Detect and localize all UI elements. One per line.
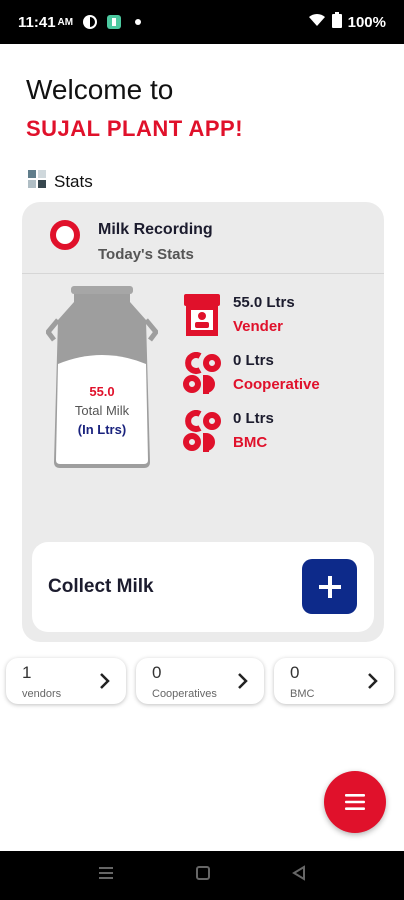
bmc-count: 0 <box>290 663 300 682</box>
collect-milk-panel[interactable]: Collect Milk <box>32 542 374 632</box>
coop-icon <box>183 352 221 394</box>
chevron-right-icon <box>368 673 378 689</box>
battery-percent: 100% <box>347 13 386 31</box>
card-header: Milk Recording Today's Stats <box>22 202 384 274</box>
vendors-label: vendors <box>22 688 62 700</box>
menu-icon <box>345 794 365 810</box>
total-milk-unit: (In Ltrs) <box>77 422 127 437</box>
status-ampm: AM <box>57 16 74 28</box>
stat-row-bmc: 0 Ltrs BMC <box>182 410 372 458</box>
system-nav-bar <box>0 851 404 900</box>
total-milk-value: 55.0 <box>89 384 115 399</box>
battery-icon <box>331 12 342 32</box>
stat-row-cooperative: 0 Ltrs Cooperative <box>182 352 372 400</box>
add-collection-button[interactable] <box>302 559 357 614</box>
vendor-shop-icon <box>184 294 220 336</box>
notification-app2-icon <box>105 13 123 31</box>
status-bar: 11:41 AM 100% <box>0 0 404 44</box>
total-milk-block: 55.0 Total Milk (In Ltrs) <box>52 384 152 437</box>
cooperatives-label: Cooperatives <box>152 688 217 700</box>
cooperatives-count: 0 <box>152 663 162 682</box>
bmc-value: 0 Ltrs <box>233 410 274 427</box>
welcome-text: Welcome to <box>26 74 174 105</box>
app-name: SUJAL PLANT APP! <box>26 116 244 141</box>
vendors-count: 1 <box>22 663 32 682</box>
summary-card-bmc[interactable]: 0 BMC <box>274 658 394 704</box>
status-time: 11:41 <box>18 13 56 31</box>
chevron-right-icon <box>238 673 248 689</box>
bmc-summary-label: BMC <box>290 688 315 700</box>
grid-icon <box>28 170 46 193</box>
wifi-icon <box>308 13 326 31</box>
stat-row-vendor: 55.0 Ltrs Vender <box>182 294 372 342</box>
back-icon[interactable] <box>292 865 306 886</box>
stats-title: Stats <box>54 171 93 191</box>
recents-icon[interactable] <box>98 866 114 885</box>
vendor-label: Vender <box>233 318 284 335</box>
collect-milk-label: Collect Milk <box>48 576 154 597</box>
record-ring-icon <box>50 220 80 250</box>
notification-app-icon <box>81 13 99 31</box>
home-icon[interactable] <box>196 866 210 885</box>
plus-icon <box>318 575 341 598</box>
milk-can-icon <box>46 286 158 468</box>
summary-card-vendors[interactable]: 1 vendors <box>6 658 126 704</box>
cooperative-value: 0 Ltrs <box>233 352 274 369</box>
stats-header: Stats <box>28 170 93 193</box>
dot-icon <box>129 13 147 31</box>
coop-icon <box>183 410 221 452</box>
total-milk-label: Total Milk <box>74 403 130 418</box>
menu-fab-button[interactable] <box>324 771 386 833</box>
bmc-label: BMC <box>233 434 268 451</box>
card-title: Milk Recording <box>98 221 213 238</box>
card-subtitle: Today's Stats <box>98 246 194 263</box>
chevron-right-icon <box>100 673 110 689</box>
cooperative-label: Cooperative <box>233 376 320 393</box>
milk-recording-card: Milk Recording Today's Stats 55.0 Total … <box>22 202 384 642</box>
summary-card-cooperatives[interactable]: 0 Cooperatives <box>136 658 264 704</box>
vendor-value: 55.0 Ltrs <box>233 294 295 311</box>
